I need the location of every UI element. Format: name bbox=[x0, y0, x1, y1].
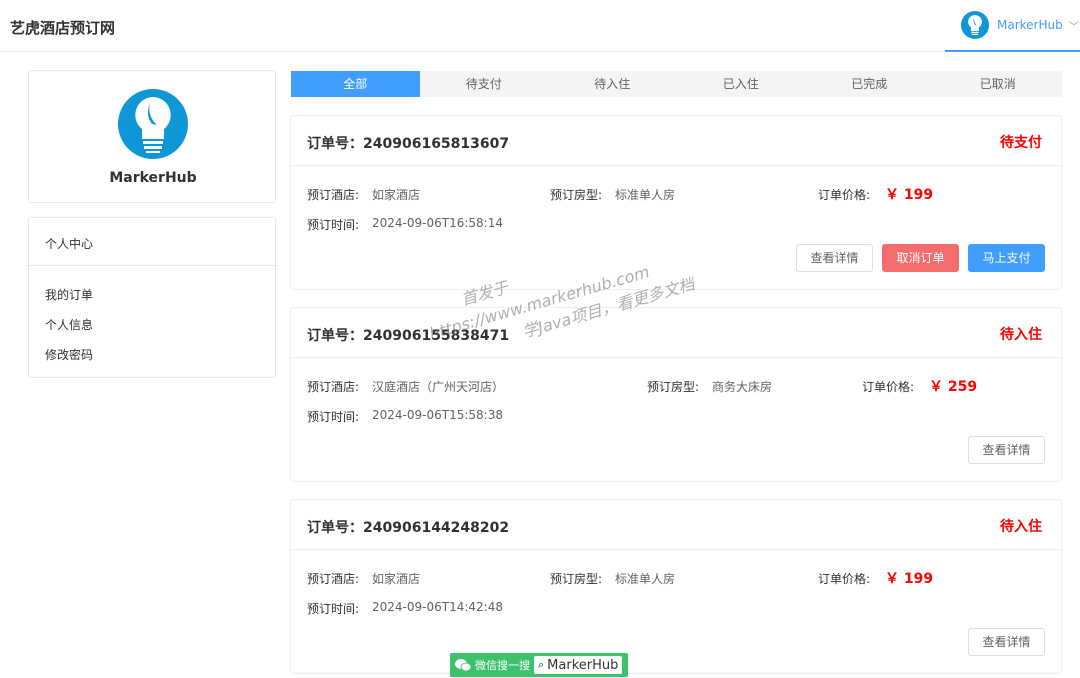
time-value: 2024-09-06T16:58:14 bbox=[372, 216, 503, 230]
order-number: 订单号：240906144248202 bbox=[307, 520, 510, 536]
hotel-value: 汉庭酒店（广州天河店） bbox=[372, 380, 505, 394]
tab-completed[interactable]: 已完成 bbox=[805, 71, 934, 97]
search-icon: ⌕ bbox=[538, 658, 545, 671]
username: MarkerHub bbox=[997, 18, 1063, 32]
price-value: ￥ 259 bbox=[929, 379, 978, 395]
price-label: 订单价格: bbox=[862, 380, 915, 394]
menu-title: 个人中心 bbox=[29, 218, 275, 266]
menu-item-personal-info[interactable]: 个人信息 bbox=[45, 316, 93, 333]
time-label: 预订时间: bbox=[307, 602, 360, 616]
user-menu[interactable]: MarkerHub ﹀ bbox=[945, 0, 1080, 52]
chevron-down-icon: ﹀ bbox=[1068, 21, 1079, 33]
tab-checked-in[interactable]: 已入住 bbox=[677, 71, 806, 97]
menu-item-change-password[interactable]: 修改密码 bbox=[45, 346, 93, 363]
tab-cancelled[interactable]: 已取消 bbox=[934, 71, 1063, 97]
avatar-icon bbox=[961, 11, 989, 39]
wechat-search-badge: 微信搜一搜 ⌕ MarkerHub bbox=[450, 653, 628, 677]
site-title[interactable]: 艺虎酒店预订网 bbox=[10, 17, 115, 38]
view-details-button[interactable]: 查看详情 bbox=[796, 244, 873, 272]
top-navbar: 艺虎酒店预订网 MarkerHub ﹀ bbox=[0, 0, 1080, 52]
tab-pending-checkin[interactable]: 待入住 bbox=[548, 71, 677, 97]
personal-center-menu: 个人中心 我的订单 个人信息 修改密码 bbox=[28, 217, 276, 378]
price-value: ￥ 199 bbox=[885, 187, 934, 203]
order-card: 订单号：240906144248202 待入住 预订酒店: 如家酒店 预订房型:… bbox=[290, 499, 1062, 674]
menu-item-my-orders[interactable]: 我的订单 bbox=[45, 286, 93, 303]
price-label: 订单价格: bbox=[818, 572, 871, 586]
order-status: 待支付 bbox=[1000, 135, 1042, 151]
order-header: 订单号：240906144248202 待入住 bbox=[291, 500, 1061, 550]
room-type-value: 商务大床房 bbox=[712, 380, 773, 394]
time-label: 预订时间: bbox=[307, 410, 360, 424]
order-number: 订单号：240906155838471 bbox=[307, 328, 510, 344]
order-header: 订单号：240906165813607 待支付 bbox=[291, 116, 1061, 166]
hotel-label: 预订酒店: bbox=[307, 380, 360, 394]
order-status: 待入住 bbox=[1000, 519, 1042, 535]
wechat-icon bbox=[455, 659, 471, 672]
badge-text: 微信搜一搜 bbox=[475, 659, 530, 672]
hotel-value: 如家酒店 bbox=[372, 188, 421, 202]
order-card: 订单号：240906155838471 待入住 预订酒店: 汉庭酒店（广州天河店… bbox=[290, 307, 1062, 482]
order-number: 订单号：240906165813607 bbox=[307, 136, 510, 152]
room-type-value: 标准单人房 bbox=[615, 572, 676, 586]
profile-card: MarkerHub bbox=[28, 70, 276, 203]
price-label: 订单价格: bbox=[818, 188, 871, 202]
view-details-button[interactable]: 查看详情 bbox=[968, 628, 1045, 656]
order-card: 订单号：240906165813607 待支付 预订酒店: 如家酒店 预订房型:… bbox=[290, 115, 1062, 290]
hotel-label: 预订酒店: bbox=[307, 188, 360, 202]
room-type-label: 预订房型: bbox=[550, 572, 603, 586]
order-status-tabs: 全部 待支付 待入住 已入住 已完成 已取消 bbox=[291, 71, 1062, 97]
order-status: 待入住 bbox=[1000, 327, 1042, 343]
pay-now-button[interactable]: 马上支付 bbox=[968, 244, 1045, 272]
order-header: 订单号：240906155838471 待入住 bbox=[291, 308, 1061, 358]
cancel-order-button[interactable]: 取消订单 bbox=[882, 244, 959, 272]
avatar bbox=[118, 89, 188, 159]
badge-search: ⌕ MarkerHub bbox=[534, 656, 623, 674]
room-type-label: 预订房型: bbox=[550, 188, 603, 202]
time-label: 预订时间: bbox=[307, 218, 360, 232]
hotel-label: 预订酒店: bbox=[307, 572, 360, 586]
hotel-value: 如家酒店 bbox=[372, 572, 421, 586]
view-details-button[interactable]: 查看详情 bbox=[968, 436, 1045, 464]
time-value: 2024-09-06T15:58:38 bbox=[372, 408, 503, 422]
room-type-label: 预订房型: bbox=[647, 380, 700, 394]
price-value: ￥ 199 bbox=[885, 571, 934, 587]
room-type-value: 标准单人房 bbox=[615, 188, 676, 202]
time-value: 2024-09-06T14:42:48 bbox=[372, 600, 503, 614]
tab-all[interactable]: 全部 bbox=[291, 71, 420, 97]
profile-name: MarkerHub bbox=[109, 170, 197, 186]
tab-pending-payment[interactable]: 待支付 bbox=[420, 71, 549, 97]
